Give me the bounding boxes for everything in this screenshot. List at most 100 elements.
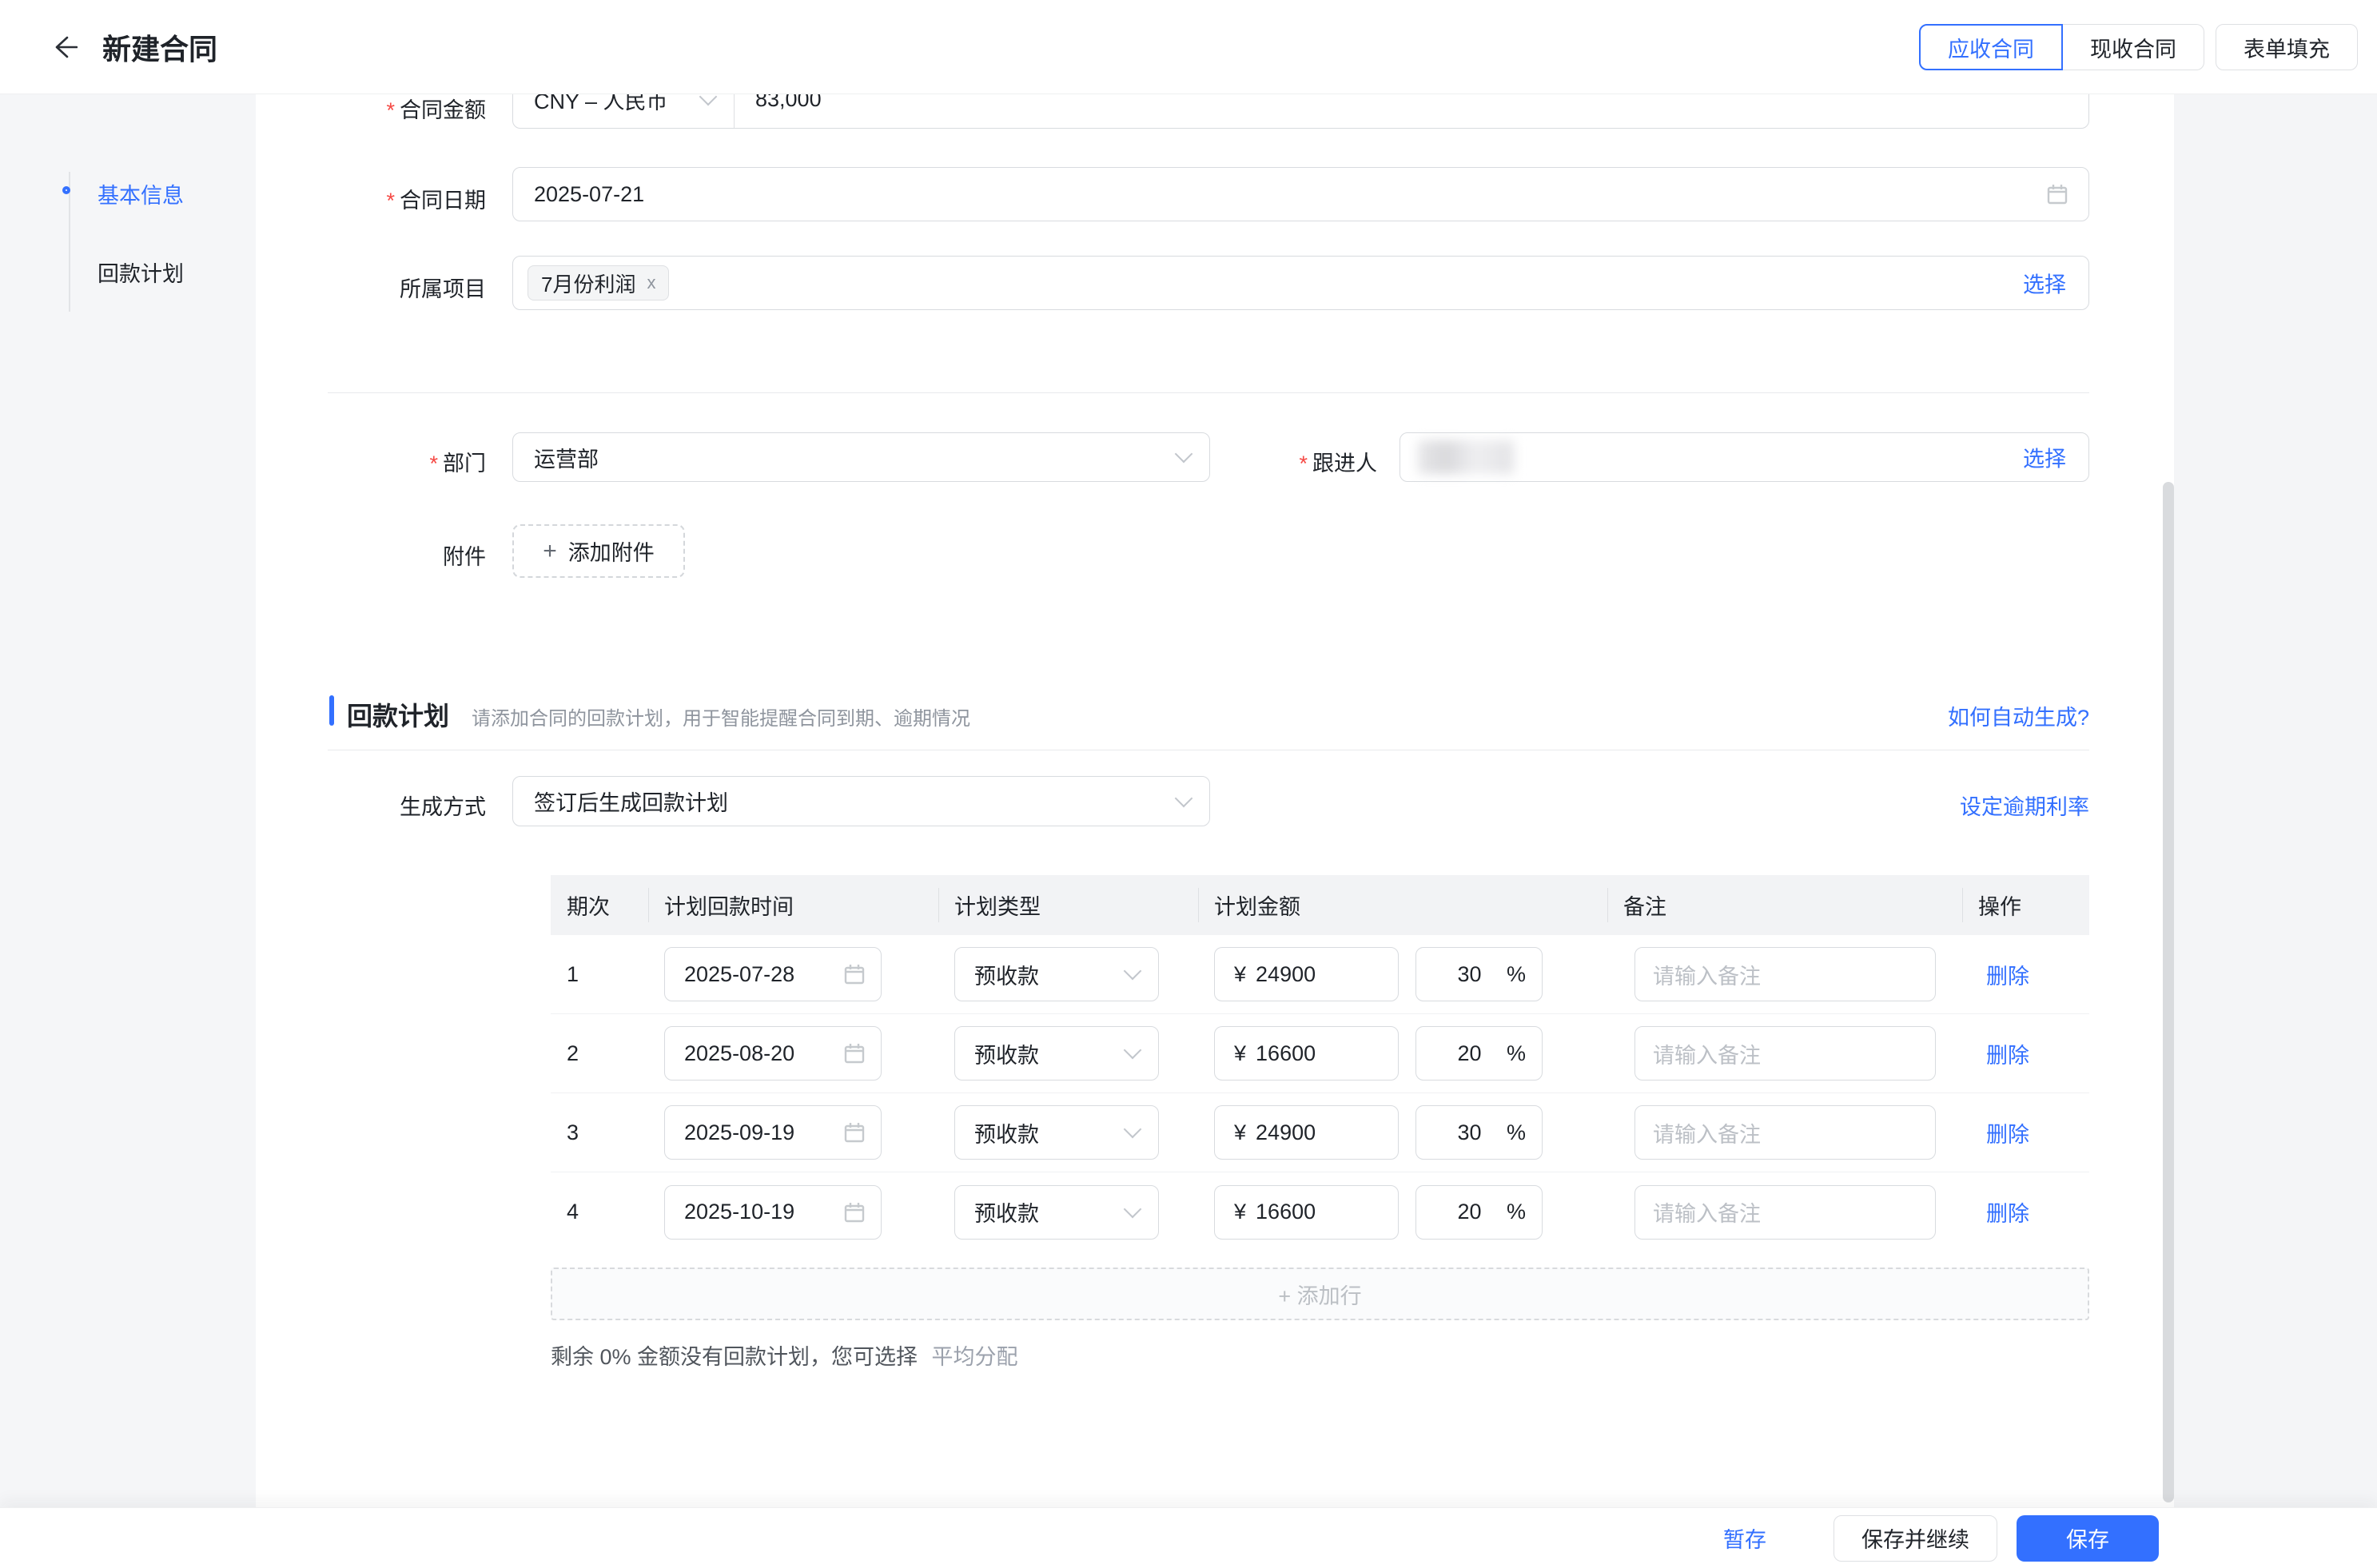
- plan-section-title: 回款计划: [347, 696, 449, 733]
- plan-type-select[interactable]: 预收款: [954, 947, 1159, 1001]
- plan-note-input[interactable]: 请输入备注: [1634, 1105, 1936, 1160]
- anchor-sidebar: 基本信息 回款计划: [0, 94, 256, 1507]
- plan-section-subtitle: 请添加合同的回款计划，用于智能提醒合同到期、逾期情况: [472, 702, 970, 730]
- sidebar-item-basic-info[interactable]: 基本信息: [98, 178, 184, 209]
- calendar-icon: [842, 962, 866, 986]
- plan-table-row: 4 2025-10-19 预收款 ¥ 16600: [551, 1172, 2089, 1252]
- plan-date-input[interactable]: 2025-10-19: [664, 1185, 882, 1240]
- tag-remove-icon[interactable]: x: [647, 273, 655, 293]
- how-auto-generate-link[interactable]: 如何自动生成?: [1948, 700, 2089, 731]
- currency-symbol: ¥: [1234, 1200, 1246, 1224]
- plan-type-value: 预收款: [974, 1117, 1039, 1148]
- department-value: 运营部: [513, 442, 599, 473]
- project-field[interactable]: 7月份利润 x 选择: [512, 256, 2089, 310]
- plan-type-value: 预收款: [974, 1196, 1039, 1228]
- plan-amount-value: 16600: [1256, 1200, 1316, 1224]
- delete-row-link[interactable]: 删除: [1986, 1117, 2029, 1148]
- period-number: 4: [567, 1200, 579, 1224]
- plan-amount-input[interactable]: ¥ 16600: [1214, 1026, 1399, 1080]
- currency-value: CNY – 人民币: [534, 94, 668, 115]
- plan-percent-input[interactable]: 20 %: [1415, 1026, 1543, 1080]
- chevron-down-icon: [1124, 962, 1142, 981]
- period-number: 1: [567, 962, 579, 987]
- generate-mode-select[interactable]: 签订后生成回款计划: [512, 776, 1210, 826]
- save-draft-link[interactable]: 暂存: [1723, 1522, 1766, 1554]
- form-fill-button[interactable]: 表单填充: [2216, 24, 2358, 70]
- plan-percent-input[interactable]: 20 %: [1415, 1185, 1543, 1240]
- plan-amount-input[interactable]: ¥ 24900: [1214, 1105, 1399, 1160]
- plan-note-input[interactable]: 请输入备注: [1634, 1185, 1936, 1240]
- delete-row-link[interactable]: 删除: [1986, 959, 2029, 990]
- plan-table-row: 2 2025-08-20 预收款 ¥ 16600: [551, 1014, 2089, 1093]
- plan-percent-input[interactable]: 30 %: [1415, 947, 1543, 1001]
- plan-date-input[interactable]: 2025-07-28: [664, 947, 882, 1001]
- plan-date-value: 2025-08-20: [684, 1041, 794, 1066]
- department-select[interactable]: 运营部: [512, 432, 1210, 482]
- contract-date-field[interactable]: 2025-07-21: [512, 167, 2089, 221]
- plan-percent-value: 20: [1432, 1041, 1507, 1066]
- amount-input[interactable]: 83,000: [735, 94, 822, 112]
- calendar-icon: [842, 1041, 866, 1065]
- note-placeholder: 请输入备注: [1653, 959, 1761, 990]
- plan-percent-input[interactable]: 30 %: [1415, 1105, 1543, 1160]
- col-header-date: 计划回款时间: [648, 875, 938, 935]
- save-button[interactable]: 保存: [2017, 1515, 2159, 1562]
- plan-percent-value: 20: [1432, 1200, 1507, 1224]
- note-placeholder: 请输入备注: [1653, 1117, 1761, 1148]
- header-actions: 应收合同 现收合同 表单填充: [1919, 24, 2358, 70]
- cash-contract-tab[interactable]: 现收合同: [2063, 24, 2204, 70]
- plan-table-row: 1 2025-07-28 预收款 ¥ 24900: [551, 935, 2089, 1014]
- page-header: 新建合同 应收合同 现收合同 表单填充: [0, 0, 2377, 94]
- currency-symbol: ¥: [1234, 1120, 1246, 1145]
- delete-row-link[interactable]: 删除: [1986, 1196, 2029, 1228]
- add-attachment-button[interactable]: + 添加附件: [512, 524, 685, 578]
- contract-amount-label: 合同金额: [256, 94, 486, 124]
- arrow-left-icon: [50, 34, 78, 61]
- section-accent-bar: [329, 695, 334, 726]
- delete-row-link[interactable]: 删除: [1986, 1038, 2029, 1069]
- plan-amount-input[interactable]: ¥ 16600: [1214, 1185, 1399, 1240]
- plan-amount-value: 24900: [1256, 1120, 1316, 1145]
- percent-symbol: %: [1507, 1200, 1526, 1224]
- active-step-dot-icon: [62, 186, 70, 194]
- plan-type-select[interactable]: 预收款: [954, 1105, 1159, 1160]
- vertical-scrollbar[interactable]: [2163, 482, 2174, 1502]
- project-select-link[interactable]: 选择: [2023, 268, 2066, 299]
- page-title: 新建合同: [102, 26, 217, 68]
- note-placeholder: 请输入备注: [1653, 1196, 1761, 1228]
- plan-type-value: 预收款: [974, 1038, 1039, 1069]
- plan-percent-value: 30: [1432, 962, 1507, 987]
- plan-note-input[interactable]: 请输入备注: [1634, 947, 1936, 1001]
- period-number: 3: [567, 1120, 579, 1145]
- follower-field[interactable]: 选择: [1400, 432, 2089, 482]
- follower-select-link[interactable]: 选择: [2023, 442, 2066, 473]
- plan-amount-input[interactable]: ¥ 24900: [1214, 947, 1399, 1001]
- plan-type-select[interactable]: 预收款: [954, 1185, 1159, 1240]
- follower-label: 跟进人: [1147, 446, 1377, 477]
- plan-date-input[interactable]: 2025-09-19: [664, 1105, 882, 1160]
- col-header-action: 操作: [1962, 875, 2089, 935]
- contract-amount-field: CNY – 人民币 83,000: [512, 94, 2089, 129]
- col-header-note: 备注: [1607, 875, 1962, 935]
- chevron-down-icon: [1124, 1120, 1142, 1139]
- project-tag: 7月份利润 x: [528, 265, 669, 300]
- table-header-row: 期次 计划回款时间 计划类型 计划金额 备注 操作: [551, 875, 2089, 935]
- plan-type-select[interactable]: 预收款: [954, 1026, 1159, 1080]
- plus-icon: +: [543, 538, 557, 565]
- follower-value-redacted: [1418, 440, 1514, 474]
- receivable-contract-tab[interactable]: 应收合同: [1919, 24, 2063, 70]
- average-distribute-link[interactable]: 平均分配: [932, 1345, 1018, 1369]
- plan-table-row: 3 2025-09-19 预收款 ¥ 24900: [551, 1093, 2089, 1172]
- add-attachment-label: 添加附件: [568, 535, 655, 567]
- add-row-button[interactable]: + 添加行: [551, 1268, 2089, 1320]
- generate-mode-value: 签订后生成回款计划: [513, 786, 728, 817]
- project-label: 所属项目: [256, 272, 486, 303]
- currency-select[interactable]: CNY – 人民币: [513, 94, 735, 128]
- section-divider: [328, 392, 2089, 393]
- back-button[interactable]: [46, 30, 82, 65]
- save-and-continue-button[interactable]: 保存并继续: [1834, 1515, 1997, 1562]
- plan-note-input[interactable]: 请输入备注: [1634, 1026, 1936, 1080]
- plan-date-input[interactable]: 2025-08-20: [664, 1026, 882, 1080]
- sidebar-item-payment-plan[interactable]: 回款计划: [98, 257, 184, 288]
- set-overdue-rate-link[interactable]: 设定逾期利率: [1960, 790, 2089, 821]
